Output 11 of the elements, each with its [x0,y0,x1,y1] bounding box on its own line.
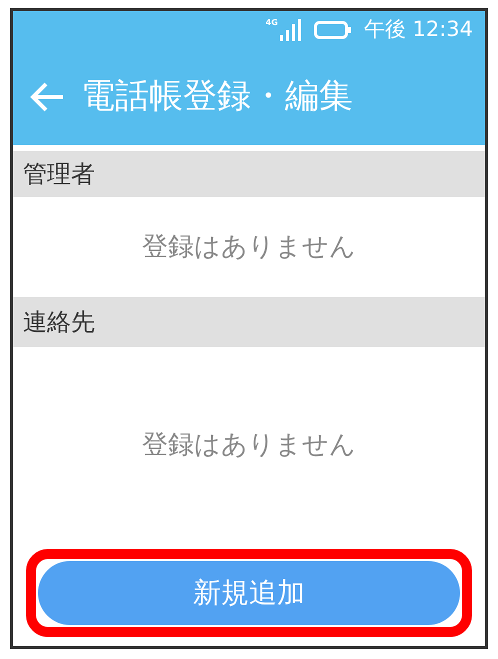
section-header: 管理者 [13,151,485,197]
section-header: 連絡先 [13,297,485,347]
add-button[interactable]: 新規追加 [38,561,460,625]
empty-message: 登録はありません [142,428,356,462]
clock: 午後 12:34 [364,16,473,43]
screen-title: 電話帳登録・編集 [81,75,353,118]
signal-icon [280,18,302,40]
back-arrow-icon[interactable] [29,80,65,112]
network-label: 4G [266,18,278,26]
empty-message: 登録はありません [142,230,356,264]
battery-icon [314,20,352,38]
